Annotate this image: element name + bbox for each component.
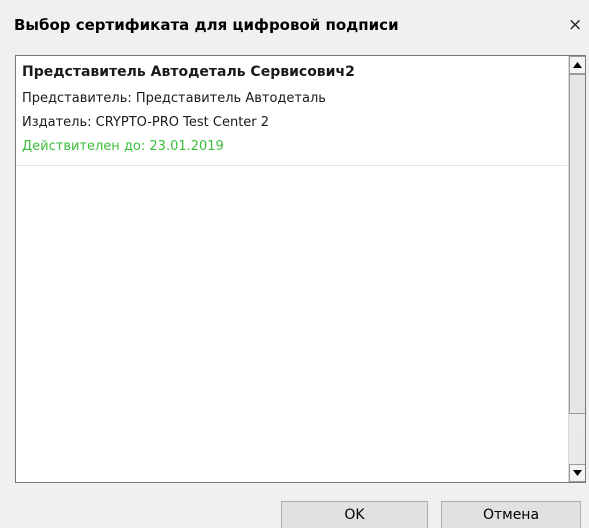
certificate-dialog: Выбор сертификата для цифровой подписи ×… — [0, 0, 589, 528]
certificate-list[interactable]: Представитель Автодеталь Сервисович2 Пре… — [15, 55, 586, 483]
certificate-list-item[interactable]: Представитель Автодеталь Сервисович2 Пре… — [16, 56, 567, 166]
certificate-subject: Представитель: Представитель Автодеталь — [22, 91, 326, 106]
certificate-name: Представитель Автодеталь Сервисович2 — [22, 64, 355, 80]
close-icon[interactable]: × — [568, 12, 589, 38]
title-bar: Выбор сертификата для цифровой подписи × — [0, 0, 589, 52]
vertical-scrollbar[interactable] — [568, 56, 585, 482]
ok-button[interactable]: OK — [281, 501, 428, 528]
dialog-title: Выбор сертификата для цифровой подписи — [14, 16, 399, 34]
certificate-valid-until: Действителен до: 23.01.2019 — [22, 139, 224, 154]
cancel-button[interactable]: Отмена — [441, 501, 581, 528]
scroll-track[interactable] — [569, 414, 585, 464]
scroll-thumb[interactable] — [569, 74, 585, 414]
scroll-down-arrow-icon[interactable] — [569, 464, 585, 482]
certificate-issuer: Издатель: CRYPTO-PRO Test Center 2 — [22, 115, 270, 130]
scroll-up-arrow-icon[interactable] — [569, 56, 585, 74]
